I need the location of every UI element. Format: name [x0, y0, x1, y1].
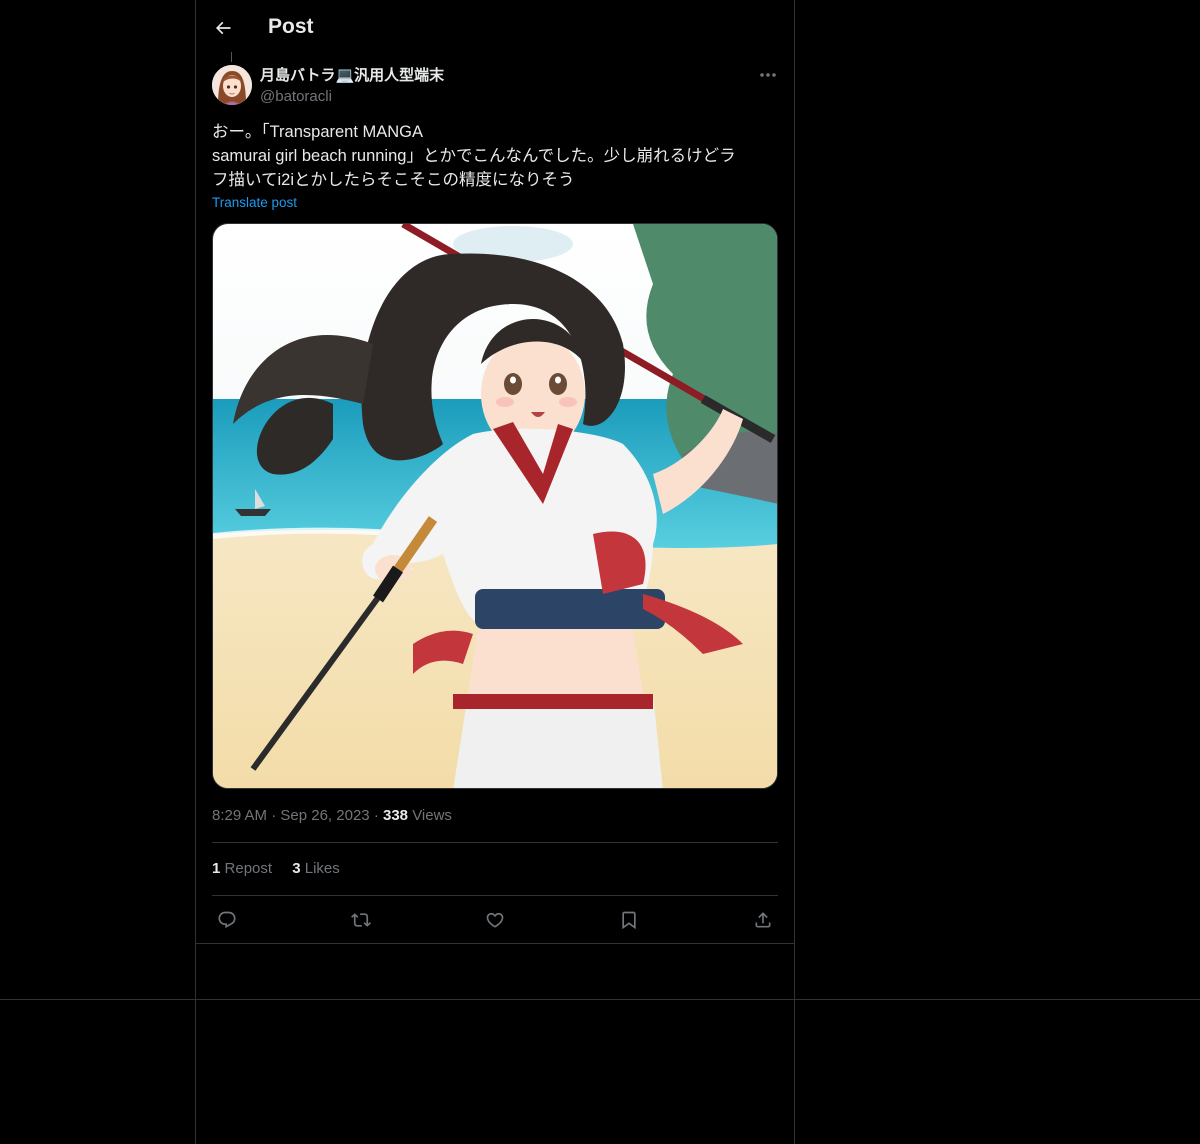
- author-display-name[interactable]: 月島バトラ💻汎用人型端末: [260, 66, 444, 85]
- repost-icon: [351, 913, 371, 927]
- arrow-left-icon: [215, 21, 231, 35]
- post-meta: 8:29 AM · Sep 26, 2023 · 338 Views: [212, 806, 452, 826]
- more-icon: [760, 73, 776, 77]
- thread-connector: [231, 52, 232, 62]
- anime-illustration: [213, 224, 777, 788]
- post-date[interactable]: Sep 26, 2023: [280, 807, 369, 824]
- reposts-label: Repost: [224, 860, 273, 877]
- divider: [212, 895, 778, 896]
- post-time[interactable]: 8:29 AM: [212, 807, 267, 824]
- like-button[interactable]: [480, 905, 510, 935]
- share-button[interactable]: [748, 905, 778, 935]
- views-label: Views: [412, 807, 452, 824]
- more-options-button[interactable]: [752, 62, 784, 88]
- share-icon: [755, 912, 771, 928]
- divider: [195, 943, 795, 944]
- reply-button[interactable]: [212, 905, 242, 935]
- post-image[interactable]: [212, 223, 778, 789]
- divider: [212, 842, 778, 843]
- like-icon: [486, 912, 504, 928]
- post-text: おー。「Transparent MANGA samurai girl beach…: [212, 120, 778, 192]
- bookmark-button[interactable]: [614, 905, 644, 935]
- reposts-stat[interactable]: 1 Repost: [212, 860, 272, 877]
- divider: [0, 999, 1200, 1000]
- translate-post-link[interactable]: Translate post: [212, 194, 297, 212]
- bookmark-icon: [622, 911, 636, 930]
- author-handle[interactable]: @batoracli: [260, 87, 332, 106]
- views-count: 338: [382, 807, 409, 824]
- post-text-line: samurai girl beach running」とかでこんなんでした。少し…: [212, 147, 736, 165]
- right-column-border: [794, 0, 795, 1144]
- likes-count: 3: [292, 860, 301, 877]
- back-button[interactable]: [208, 13, 238, 43]
- post-text-line: フ描いてi2iとかしたらそこそこの精度になりそう: [212, 171, 575, 189]
- engagement-stats: 1 Repost 3 Likes: [212, 859, 356, 879]
- left-column-border: [195, 0, 196, 1144]
- likes-label: Likes: [304, 860, 340, 877]
- repost-button[interactable]: [346, 905, 376, 935]
- post-text-line: おー。「Transparent MANGA: [212, 123, 424, 141]
- avatar[interactable]: [212, 65, 252, 105]
- likes-stat[interactable]: 3 Likes: [292, 860, 340, 877]
- page-title: Post: [268, 15, 314, 38]
- reposts-count: 1: [212, 860, 221, 877]
- reply-icon: [218, 911, 236, 929]
